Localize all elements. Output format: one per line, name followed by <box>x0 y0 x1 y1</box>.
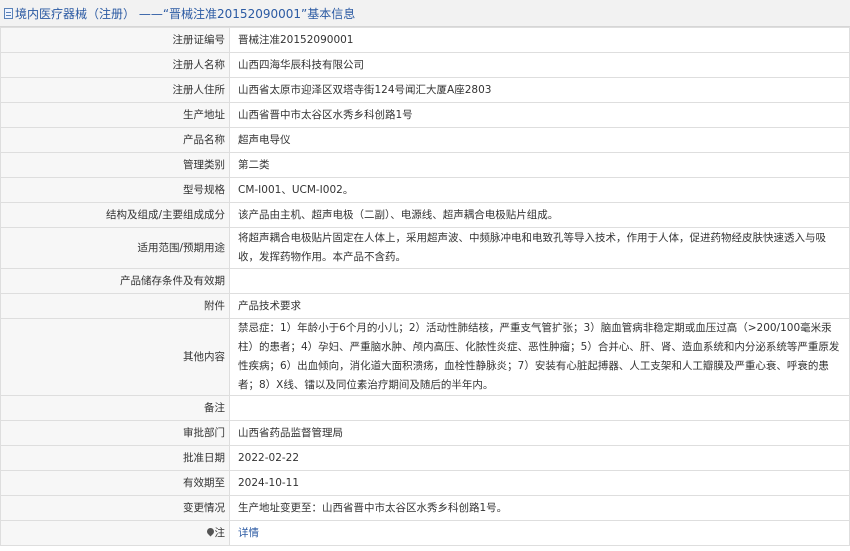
category-label: 管理类别 <box>0 152 230 178</box>
product-name-label: 产品名称 <box>0 127 230 153</box>
registrant-value: 山西四海华辰科技有限公司 <box>229 52 850 78</box>
structure-label: 结构及组成/主要组成成分 <box>0 202 230 228</box>
registrant-label: 注册人名称 <box>0 52 230 78</box>
row-registrant-address: 注册人住所 山西省太原市迎泽区双塔寺街124号闻汇大厦A座2803 <box>0 77 850 103</box>
row-expiry-date: 有效期至 2024-10-11 <box>0 470 850 496</box>
row-model: 型号规格 CM-Ⅰ001、UCM-Ⅰ002。 <box>0 177 850 203</box>
scope-label: 适用范围/预期用途 <box>0 227 230 269</box>
row-product-name: 产品名称 超声电导仪 <box>0 127 850 153</box>
authority-label: 审批部门 <box>0 420 230 446</box>
pin-icon <box>205 526 215 536</box>
model-label: 型号规格 <box>0 177 230 203</box>
attachment-label: 附件 <box>0 293 230 319</box>
page-title: 境内医疗器械（注册） ——“晋械注准20152090001”基本信息 <box>15 6 356 21</box>
storage-value <box>229 268 850 294</box>
row-authority: 审批部门 山西省药品监督管理局 <box>0 420 850 446</box>
row-other: 其他内容 禁忌症：1）年龄小于6个月的小儿；2）活动性肺结核，严重支气管扩张；3… <box>0 318 850 396</box>
change-label: 变更情况 <box>0 495 230 521</box>
registrant-address-label: 注册人住所 <box>0 77 230 103</box>
other-label: 其他内容 <box>0 318 230 396</box>
row-structure: 结构及组成/主要组成成分 该产品由主机、超声电极（二副）、电源线、超声耦合电极贴… <box>0 202 850 228</box>
approval-date-label: 批准日期 <box>0 445 230 471</box>
change-value: 生产地址变更至：山西省晋中市太谷区水秀乡科创路1号。 <box>229 495 850 521</box>
row-storage: 产品储存条件及有效期 <box>0 268 850 294</box>
row-note: 注 详情 <box>0 520 850 546</box>
note-label: 注 <box>214 526 226 539</box>
note-label-cell: 注 <box>0 520 230 546</box>
scope-value: 将超声耦合电极贴片固定在人体上，采用超声波、中频脉冲电和电致孔等导入技术，作用于… <box>229 227 850 269</box>
document-icon <box>4 7 13 19</box>
row-scope: 适用范围/预期用途 将超声耦合电极贴片固定在人体上，采用超声波、中频脉冲电和电致… <box>0 227 850 269</box>
model-value: CM-Ⅰ001、UCM-Ⅰ002。 <box>229 177 850 203</box>
production-address-value: 山西省晋中市太谷区水秀乡科创路1号 <box>229 102 850 128</box>
note-value-cell: 详情 <box>229 520 850 546</box>
expiry-date-label: 有效期至 <box>0 470 230 496</box>
row-category: 管理类别 第二类 <box>0 152 850 178</box>
registrant-address-value: 山西省太原市迎泽区双塔寺街124号闻汇大厦A座2803 <box>229 77 850 103</box>
remark-value <box>229 395 850 421</box>
production-address-label: 生产地址 <box>0 102 230 128</box>
remark-label: 备注 <box>0 395 230 421</box>
other-value: 禁忌症：1）年龄小于6个月的小儿；2）活动性肺结核，严重支气管扩张；3）脑血管病… <box>229 318 850 396</box>
row-change: 变更情况 生产地址变更至：山西省晋中市太谷区水秀乡科创路1号。 <box>0 495 850 521</box>
row-production-address: 生产地址 山西省晋中市太谷区水秀乡科创路1号 <box>0 102 850 128</box>
product-name-value: 超声电导仪 <box>229 127 850 153</box>
reg-no-label: 注册证编号 <box>0 27 230 53</box>
structure-value: 该产品由主机、超声电极（二副）、电源线、超声耦合电极贴片组成。 <box>229 202 850 228</box>
authority-value: 山西省药品监督管理局 <box>229 420 850 446</box>
approval-date-value: 2022-02-22 <box>229 445 850 471</box>
device-info-table: 注册证编号 晋械注准20152090001 注册人名称 山西四海华辰科技有限公司… <box>0 27 850 546</box>
details-link[interactable]: 详情 <box>238 527 259 539</box>
row-registrant: 注册人名称 山西四海华辰科技有限公司 <box>0 52 850 78</box>
row-approval-date: 批准日期 2022-02-22 <box>0 445 850 471</box>
category-value: 第二类 <box>229 152 850 178</box>
attachment-value: 产品技术要求 <box>229 293 850 319</box>
row-remark: 备注 <box>0 395 850 421</box>
reg-no-value: 晋械注准20152090001 <box>229 27 850 53</box>
row-attachment: 附件 产品技术要求 <box>0 293 850 319</box>
storage-label: 产品储存条件及有效期 <box>0 268 230 294</box>
row-reg-no: 注册证编号 晋械注准20152090001 <box>0 27 850 53</box>
page-header: 境内医疗器械（注册） ——“晋械注准20152090001”基本信息 <box>0 0 850 27</box>
expiry-date-value: 2024-10-11 <box>229 470 850 496</box>
